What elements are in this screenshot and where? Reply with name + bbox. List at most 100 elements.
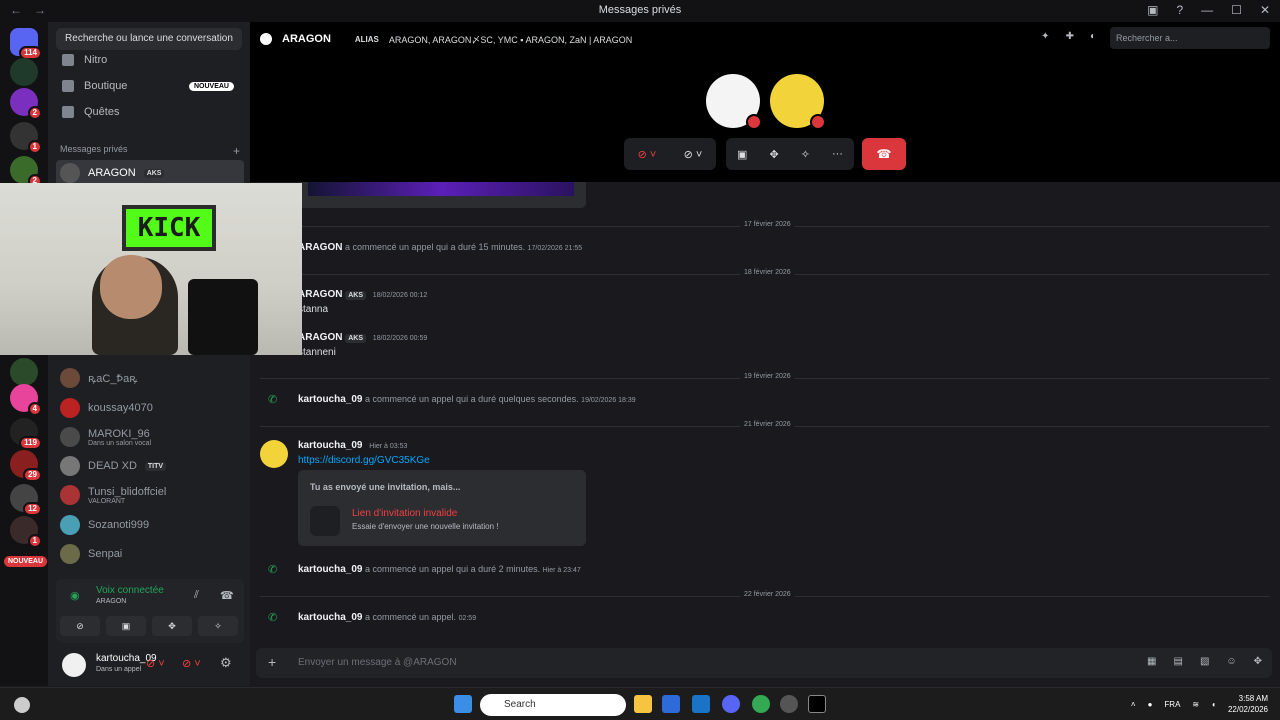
mic-muted-icon[interactable]: ⊘ ˅ bbox=[638, 148, 657, 161]
apps-icon[interactable]: ✥ bbox=[1254, 656, 1262, 667]
server-icon[interactable]: 12 bbox=[10, 484, 42, 516]
message-author[interactable]: ARAGON bbox=[298, 242, 342, 253]
message-author[interactable]: kartoucha_09 bbox=[298, 612, 362, 623]
more-icon[interactable]: ··· bbox=[832, 148, 843, 160]
dm-item[interactable]: MAROKI_96 Dans un salon vocal bbox=[56, 424, 244, 450]
image-embed[interactable] bbox=[298, 182, 586, 208]
voice-channel[interactable]: ARAGON bbox=[96, 598, 126, 605]
server-icon[interactable] bbox=[10, 58, 38, 86]
message-author[interactable]: ARAGON bbox=[298, 289, 342, 300]
hang-up-button[interactable]: ☎ bbox=[862, 138, 906, 170]
inbox-icon[interactable]: ▣ bbox=[1147, 3, 1158, 17]
sticker-icon[interactable]: ▧ bbox=[1200, 656, 1209, 667]
deafen-icon[interactable]: ⊘ ˅ bbox=[182, 657, 201, 670]
gif-icon[interactable]: ▤ bbox=[1173, 656, 1182, 667]
attach-icon[interactable]: + bbox=[268, 654, 276, 670]
help-icon[interactable]: ? bbox=[1176, 3, 1183, 17]
dm-name: ꝶaC_Ꝥaꝶ bbox=[88, 372, 138, 385]
settings-icon[interactable]: ⚙ bbox=[220, 655, 232, 671]
soundboard-button[interactable]: ✧ bbox=[198, 616, 238, 636]
activities-button[interactable]: ✥ bbox=[152, 616, 192, 636]
user-panel: kartoucha_09 Dans un appel ⊘ ˅ ⊘ ˅ ⚙ bbox=[56, 647, 244, 683]
emoji-icon[interactable]: ☺ bbox=[1226, 656, 1236, 667]
discord-icon[interactable] bbox=[722, 695, 740, 713]
message-author[interactable]: ARAGON bbox=[298, 332, 342, 343]
user-status: Dans un appel bbox=[96, 666, 142, 673]
start-icon[interactable] bbox=[454, 695, 472, 713]
avatar[interactable] bbox=[62, 653, 86, 677]
nav-quests[interactable]: Quêtes bbox=[56, 100, 242, 124]
call-participant-avatar[interactable] bbox=[706, 74, 762, 130]
widgets-icon[interactable] bbox=[14, 697, 30, 713]
avatar[interactable] bbox=[260, 440, 288, 468]
maximize-button[interactable]: ☐ bbox=[1231, 3, 1242, 17]
nav-shop[interactable]: Boutique NOUVEAU bbox=[56, 74, 242, 98]
server-icon[interactable]: 4 bbox=[10, 384, 42, 416]
quests-icon bbox=[62, 106, 74, 118]
date-divider: 19 février 2026 bbox=[260, 373, 1270, 380]
server-icon[interactable]: 2 bbox=[10, 156, 42, 188]
server-icon[interactable]: 29 bbox=[10, 450, 42, 482]
screen-share-icon[interactable]: ▣ bbox=[737, 148, 747, 161]
noise-suppression-icon[interactable]: ⫽ bbox=[194, 589, 199, 602]
add-friends-icon[interactable]: ✚ bbox=[1066, 31, 1074, 42]
soundboard-icon[interactable]: ✧ bbox=[801, 148, 810, 161]
activities-icon[interactable]: ✥ bbox=[769, 148, 778, 161]
dm-item[interactable]: DEAD XD TITV bbox=[56, 453, 244, 479]
user-profile-icon[interactable]: ◐ bbox=[1090, 31, 1096, 42]
dm-item[interactable]: Sozanoti999 bbox=[56, 512, 244, 538]
dm-item[interactable]: koussay4070 bbox=[56, 395, 244, 421]
phone-icon: ✆ bbox=[268, 564, 278, 576]
disconnect-icon[interactable]: ☎ bbox=[220, 589, 234, 602]
gift-icon[interactable]: ▦ bbox=[1147, 656, 1156, 667]
nav-label: Quêtes bbox=[84, 106, 120, 118]
home-button[interactable]: 114 bbox=[10, 28, 42, 60]
add-dm-icon[interactable]: + bbox=[233, 144, 240, 158]
microphone-icon[interactable]: ● bbox=[1148, 700, 1153, 709]
call-participant-avatar[interactable] bbox=[770, 74, 826, 130]
camera-button[interactable]: ⊘ bbox=[60, 616, 100, 636]
language-indicator[interactable]: FRA bbox=[1164, 700, 1180, 709]
dm-item[interactable]: ꝶaC_Ꝥaꝶ bbox=[56, 365, 244, 391]
epic-games-icon[interactable] bbox=[808, 695, 826, 713]
mic-camera-controls: ⊘ ˅ ⊘ ˅ bbox=[624, 138, 716, 170]
taskbar-search[interactable]: Search bbox=[480, 694, 626, 716]
clock[interactable]: 3:58 AM 22/02/2026 bbox=[1228, 693, 1268, 715]
dm-item[interactable]: Tunsi_blidoffciel VALORANT bbox=[56, 482, 244, 508]
chrome-icon[interactable] bbox=[752, 695, 770, 713]
date-label: 17 février 2026 bbox=[740, 221, 795, 228]
server-icon[interactable] bbox=[10, 358, 38, 386]
server-icon[interactable]: 2 bbox=[10, 88, 42, 120]
conversation-search[interactable]: Recherche ou lance une conversation bbox=[56, 28, 242, 50]
message-input[interactable]: Envoyer un message à @ARAGON bbox=[298, 657, 457, 668]
server-icon[interactable]: 1 bbox=[10, 122, 42, 154]
minimize-button[interactable]: — bbox=[1201, 3, 1213, 17]
guild-badge: 2 bbox=[27, 106, 42, 120]
wifi-icon[interactable]: ≋ bbox=[1192, 700, 1199, 709]
store-icon[interactable] bbox=[662, 695, 680, 713]
close-button[interactable]: ✕ bbox=[1260, 3, 1270, 17]
call-text: a commencé un appel. bbox=[365, 612, 457, 622]
app-icon[interactable] bbox=[780, 695, 798, 713]
message-link[interactable]: https://discord.gg/GVC35KGe bbox=[298, 455, 430, 466]
message-author[interactable]: kartoucha_09 bbox=[298, 440, 362, 451]
channel-name[interactable]: ARAGON bbox=[282, 33, 331, 45]
system-tray: ˄ ● FRA ≋ ◖ 3:58 AM 22/02/2026 bbox=[1131, 693, 1268, 715]
file-explorer-icon[interactable] bbox=[634, 695, 652, 713]
message-author[interactable]: kartoucha_09 bbox=[298, 564, 362, 575]
dm-name: DEAD XD bbox=[88, 460, 137, 472]
search-input[interactable]: Rechercher a... bbox=[1110, 27, 1270, 49]
server-icon[interactable]: 119 bbox=[10, 418, 42, 450]
mic-muted-icon[interactable]: ⊘ ˅ bbox=[146, 657, 165, 670]
camera-off-icon[interactable]: ⊘ ˅ bbox=[684, 148, 703, 161]
server-icon[interactable]: 1 bbox=[10, 516, 42, 548]
pin-icon[interactable]: ✦ bbox=[1041, 31, 1049, 42]
nav-nitro[interactable]: Nitro bbox=[56, 48, 242, 72]
volume-icon[interactable]: ◖ bbox=[1211, 700, 1216, 709]
new-server-badge[interactable]: NOUVEAU bbox=[4, 556, 48, 567]
screen-share-button[interactable]: ▣ bbox=[106, 616, 146, 636]
chevron-up-icon[interactable]: ˄ bbox=[1131, 700, 1136, 709]
message-author[interactable]: kartoucha_09 bbox=[298, 394, 362, 405]
mail-icon[interactable] bbox=[692, 695, 710, 713]
dm-item[interactable]: Senpai bbox=[56, 541, 244, 567]
